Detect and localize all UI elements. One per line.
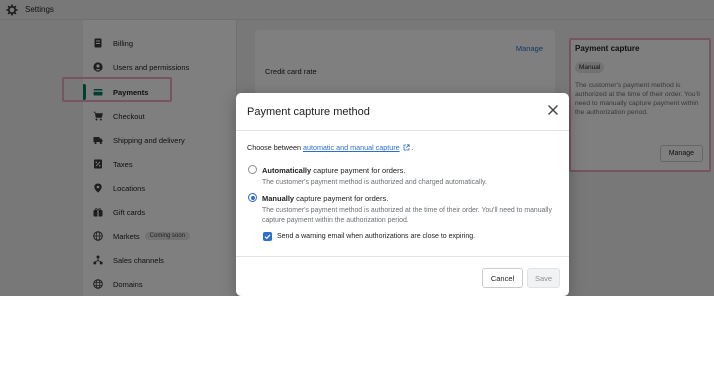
manual-label-bold: Manually bbox=[262, 194, 295, 203]
intro-prefix: Choose between bbox=[247, 143, 301, 152]
manual-capture-radio[interactable] bbox=[248, 193, 257, 202]
payment-capture-modal: Payment capture method Choose between au… bbox=[236, 93, 569, 296]
external-link-icon bbox=[403, 144, 410, 151]
automatic-label-bold: Automatically bbox=[262, 166, 312, 175]
modal-intro: Choose between automatic and manual capt… bbox=[247, 143, 414, 152]
close-icon[interactable] bbox=[547, 104, 559, 116]
manual-capture-label[interactable]: Manually capture payment for orders. bbox=[262, 194, 388, 203]
intro-suffix: . bbox=[411, 143, 414, 152]
save-button[interactable]: Save bbox=[527, 268, 560, 288]
checkmark-icon bbox=[264, 234, 271, 240]
manual-capture-description: The customer's payment method is authori… bbox=[262, 207, 552, 224]
capture-docs-link[interactable]: automatic and manual capture bbox=[303, 143, 400, 152]
modal-title: Payment capture method bbox=[247, 106, 370, 118]
modal-header: Payment capture method bbox=[236, 93, 569, 131]
modal-footer-divider bbox=[236, 256, 569, 257]
automatic-capture-description: The customer's payment method is authori… bbox=[262, 179, 487, 186]
warning-email-checkbox[interactable] bbox=[263, 232, 272, 241]
automatic-capture-label[interactable]: Automatically capture payment for orders… bbox=[262, 166, 405, 175]
automatic-label-rest: capture payment for orders. bbox=[311, 166, 406, 175]
cancel-button[interactable]: Cancel bbox=[482, 268, 523, 288]
settings-app: Settings Billing Users and permissions P… bbox=[0, 0, 714, 296]
warning-email-label[interactable]: Send a warning email when authorizations… bbox=[277, 233, 475, 240]
automatic-capture-radio[interactable] bbox=[248, 165, 257, 174]
manual-label-rest: capture payment for orders. bbox=[294, 194, 389, 203]
